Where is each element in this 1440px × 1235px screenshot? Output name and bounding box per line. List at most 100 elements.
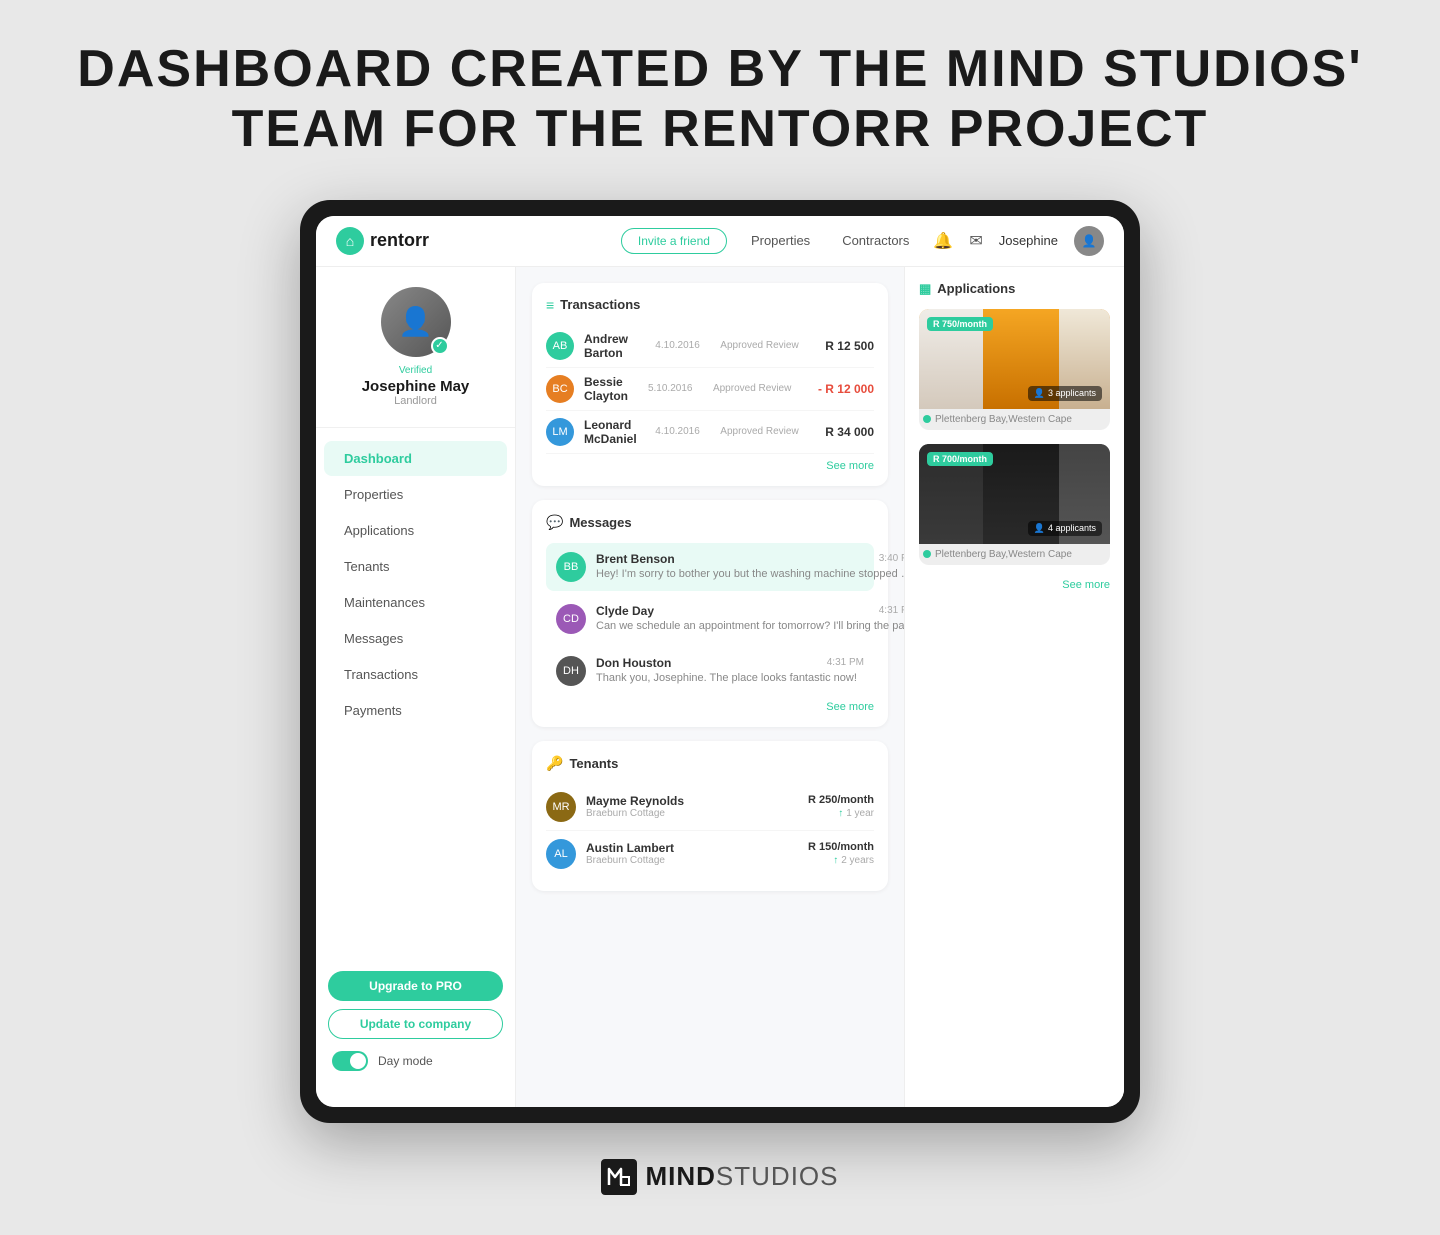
msg-header-1: Clyde Day 4:31 PM (596, 604, 904, 618)
nav-user-name: Josephine (999, 233, 1058, 248)
tx-date-2: 4.10.2016 (655, 426, 710, 437)
brand-logo-icon (601, 1159, 637, 1195)
tenant-stats-0: R 250/month ↑ 1 year (808, 794, 874, 819)
msg-body-2: Don Houston 4:31 PM Thank you, Josephine… (596, 656, 864, 684)
branding: MINDSTUDIOS (601, 1159, 838, 1195)
sidebar-item-properties[interactable]: Properties (324, 477, 507, 512)
tenants-title: 🔑 Tenants (546, 755, 874, 772)
price-badge-0: R 750/month (927, 317, 993, 331)
msg-body-0: Brent Benson 3:40 PM Hey! I'm sorry to b… (596, 552, 904, 580)
tenant-info-0: Mayme Reynolds Braeburn Cottage (586, 794, 798, 819)
messages-icon: 💬 (546, 514, 563, 531)
msg-text-0: Hey! I'm sorry to bother you but the was… (596, 568, 904, 580)
tx-amount-2: R 34 000 (825, 425, 874, 439)
upgrade-pro-button[interactable]: Upgrade to PRO (328, 971, 503, 1001)
nav-avatar: 👤 (1074, 226, 1104, 256)
transactions-see-more[interactable]: See more (546, 460, 874, 472)
tenant-name-1: Austin Lambert (586, 841, 798, 855)
price-badge-1: R 700/month (927, 452, 993, 466)
msg-row-1[interactable]: CD Clyde Day 4:31 PM Can we schedule an … (546, 595, 874, 643)
tenant-info-1: Austin Lambert Braeburn Cottage (586, 841, 798, 866)
tx-name-0: Andrew Barton (584, 332, 645, 360)
toggle-track[interactable] (332, 1051, 368, 1071)
tenant-row-1: AL Austin Lambert Braeburn Cottage R 150… (546, 831, 874, 877)
tenant-avatar-1: AL (546, 839, 576, 869)
main-body: 👤 ✓ Verified Josephine May Landlord Dash… (316, 267, 1124, 1107)
sidebar-item-applications[interactable]: Applications (324, 513, 507, 548)
msg-avatar-2: DH (556, 656, 586, 686)
day-mode-label: Day mode (378, 1054, 433, 1068)
applicants-badge-0: 👤 3 applicants (1028, 386, 1102, 401)
day-mode-toggle[interactable]: Day mode (328, 1047, 503, 1075)
logo: ⌂ rentorr (336, 227, 429, 255)
sidebar-item-tenants[interactable]: Tenants (324, 549, 507, 584)
msg-header-0: Brent Benson 3:40 PM (596, 552, 904, 566)
tenant-property-0: Braeburn Cottage (586, 808, 798, 819)
tenant-property-1: Braeburn Cottage (586, 855, 798, 866)
property-location-0: Plettenberg Bay,Western Cape (919, 409, 1110, 430)
mail-icon[interactable]: ✉ (969, 231, 982, 251)
msg-name-2: Don Houston (596, 656, 671, 670)
applicants-badge-1: 👤 4 applicants (1028, 521, 1102, 536)
sidebar-item-maintenances[interactable]: Maintenances (324, 585, 507, 620)
msg-avatar-0: BB (556, 552, 586, 582)
msg-row-2[interactable]: DH Don Houston 4:31 PM Thank you, Joseph… (546, 647, 874, 695)
applications-panel: ▦ Applications R 750/mon (904, 267, 1124, 1107)
applications-see-more[interactable]: See more (919, 579, 1110, 591)
tenant-avatar-0: MR (546, 792, 576, 822)
tx-status-2: Approved Review (720, 426, 815, 437)
messages-title: 💬 Messages (546, 514, 874, 531)
messages-see-more[interactable]: See more (546, 701, 874, 713)
tx-date-1: 5.10.2016 (648, 383, 703, 394)
tx-row-2: LM Leonard McDaniel 4.10.2016 Approved R… (546, 411, 874, 454)
nav-properties-link[interactable]: Properties (743, 229, 818, 252)
msg-name-1: Clyde Day (596, 604, 654, 618)
tenant-row-0: MR Mayme Reynolds Braeburn Cottage R 250… (546, 784, 874, 831)
msg-time-2: 4:31 PM (827, 657, 864, 668)
tx-avatar-1: BC (546, 375, 574, 403)
verified-badge: ✓ (431, 337, 449, 355)
logo-icon: ⌂ (336, 227, 364, 255)
tenant-duration-0: ↑ 1 year (838, 808, 874, 819)
msg-row-0[interactable]: BB Brent Benson 3:40 PM Hey! I'm sorry t… (546, 543, 874, 591)
location-dot-1 (923, 550, 931, 558)
sidebar-item-messages[interactable]: Messages (324, 621, 507, 656)
sidebar-item-payments[interactable]: Payments (324, 693, 507, 728)
brand-text: MINDSTUDIOS (645, 1161, 838, 1192)
nav-contractors-link[interactable]: Contractors (834, 229, 917, 252)
page-headline: DASHBOARD CREATED BY THE MIND STUDIOS' T… (77, 40, 1362, 160)
tx-avatar-2: LM (546, 418, 574, 446)
msg-body-1: Clyde Day 4:31 PM Can we schedule an app… (596, 604, 904, 632)
sidebar-item-dashboard[interactable]: Dashboard (324, 441, 507, 476)
msg-text-2: Thank you, Josephine. The place looks fa… (596, 672, 864, 684)
sidebar-menu: Dashboard Properties Applications Tenant… (316, 428, 515, 959)
tx-name-2: Leonard McDaniel (584, 418, 645, 446)
sidebar-bottom: Upgrade to PRO Update to company Day mod… (316, 959, 515, 1087)
sidebar-item-transactions[interactable]: Transactions (324, 657, 507, 692)
tx-row-0: AB Andrew Barton 4.10.2016 Approved Revi… (546, 325, 874, 368)
invite-friend-button[interactable]: Invite a friend (621, 228, 727, 254)
tx-row-1: BC Bessie Clayton 5.10.2016 Approved Rev… (546, 368, 874, 411)
property-location-1: Plettenberg Bay,Western Cape (919, 544, 1110, 565)
verified-text: Verified (399, 365, 432, 376)
notification-icon[interactable]: 🔔 (933, 231, 953, 251)
update-company-button[interactable]: Update to company (328, 1009, 503, 1039)
tx-avatar-0: AB (546, 332, 574, 360)
msg-avatar-1: CD (556, 604, 586, 634)
tx-amount-1: - R 12 000 (818, 382, 874, 396)
msg-name-0: Brent Benson (596, 552, 675, 566)
profile-role: Landlord (394, 395, 437, 407)
toggle-thumb (350, 1053, 366, 1069)
profile-section: 👤 ✓ Verified Josephine May Landlord (316, 287, 515, 428)
msg-header-2: Don Houston 4:31 PM (596, 656, 864, 670)
msg-text-1: Can we schedule an appointment for tomor… (596, 620, 904, 632)
property-img-1: R 700/month 👤 4 applicants (919, 444, 1110, 544)
messages-card: 💬 Messages BB Brent Benson 3:40 PM (532, 500, 888, 727)
tx-name-1: Bessie Clayton (584, 375, 638, 403)
tenant-rent-0: R 250/month (808, 794, 874, 806)
applications-title: ▦ Applications (919, 281, 1110, 297)
sidebar: 👤 ✓ Verified Josephine May Landlord Dash… (316, 267, 516, 1107)
top-nav: ⌂ rentorr Invite a friend Properties Con… (316, 216, 1124, 267)
content-grid: ≡ Transactions AB Andrew Barton 4.10.201… (516, 267, 1124, 1107)
tenant-stats-1: R 150/month ↑ 2 years (808, 841, 874, 866)
